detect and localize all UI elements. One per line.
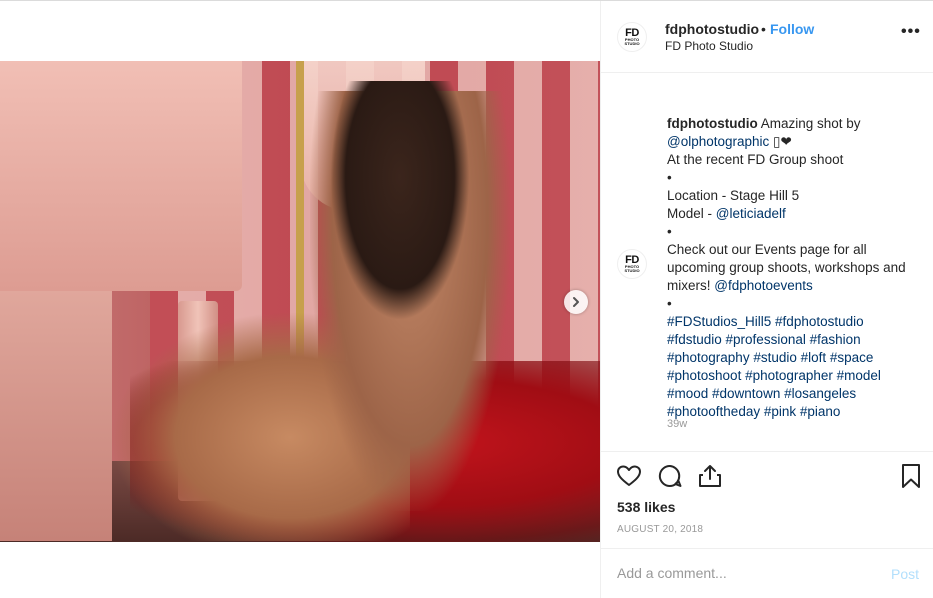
- header-username[interactable]: fdphotostudio: [665, 21, 759, 37]
- logo-subtext: STUDIO: [624, 268, 640, 273]
- separator-dot: •: [761, 21, 766, 37]
- comment-input[interactable]: [617, 561, 867, 585]
- model-hair: [330, 81, 470, 321]
- caption-area: FD PHOTO STUDIO fdphotostudio Amazing sh…: [601, 73, 933, 451]
- next-image-button[interactable]: [564, 290, 588, 314]
- heart-icon[interactable]: [615, 462, 643, 490]
- caption-avatar[interactable]: FD PHOTO STUDIO: [617, 249, 647, 279]
- follow-button[interactable]: Follow: [770, 21, 814, 37]
- mention-link[interactable]: @olphotographic: [667, 134, 769, 149]
- caption-seg-0: Amazing shot by: [760, 116, 861, 131]
- post-side-panel: FD PHOTO STUDIO fdphotostudio • Follow F…: [600, 1, 933, 598]
- chevron-right-icon: [573, 297, 579, 307]
- post-header: FD PHOTO STUDIO fdphotostudio • Follow F…: [601, 1, 933, 73]
- post-date: AUGUST 20, 2018: [617, 524, 704, 535]
- post-photo[interactable]: [0, 61, 600, 542]
- caption-username[interactable]: fdphotostudio: [667, 116, 758, 131]
- post-comment-button[interactable]: Post: [891, 566, 919, 582]
- logo-subtext: STUDIO: [624, 41, 640, 46]
- piano-base: [0, 291, 112, 541]
- profile-avatar[interactable]: FD PHOTO STUDIO: [617, 22, 647, 52]
- media-pane: [0, 1, 600, 598]
- likes-count[interactable]: 538 likes: [617, 499, 675, 515]
- share-icon[interactable]: [696, 462, 724, 490]
- comment-bubble-icon[interactable]: [656, 462, 684, 490]
- hashtag-links[interactable]: #FDStudios_Hill5 #fdphotostudio #fdstudi…: [667, 314, 881, 419]
- post-caption: fdphotostudio Amazing shot by @olphotogr…: [667, 97, 917, 421]
- piano: [0, 61, 242, 291]
- comment-bar: Post: [601, 548, 933, 598]
- mention-link[interactable]: @fdphotoevents: [714, 278, 813, 293]
- caption-seg-6: •: [667, 296, 672, 311]
- more-options-icon[interactable]: •••: [901, 23, 921, 41]
- bookmark-icon[interactable]: [897, 462, 925, 490]
- time-ago: 39w: [667, 418, 688, 430]
- mention-link[interactable]: @leticiadelf: [716, 206, 786, 221]
- header-full-name: FD Photo Studio: [665, 39, 754, 53]
